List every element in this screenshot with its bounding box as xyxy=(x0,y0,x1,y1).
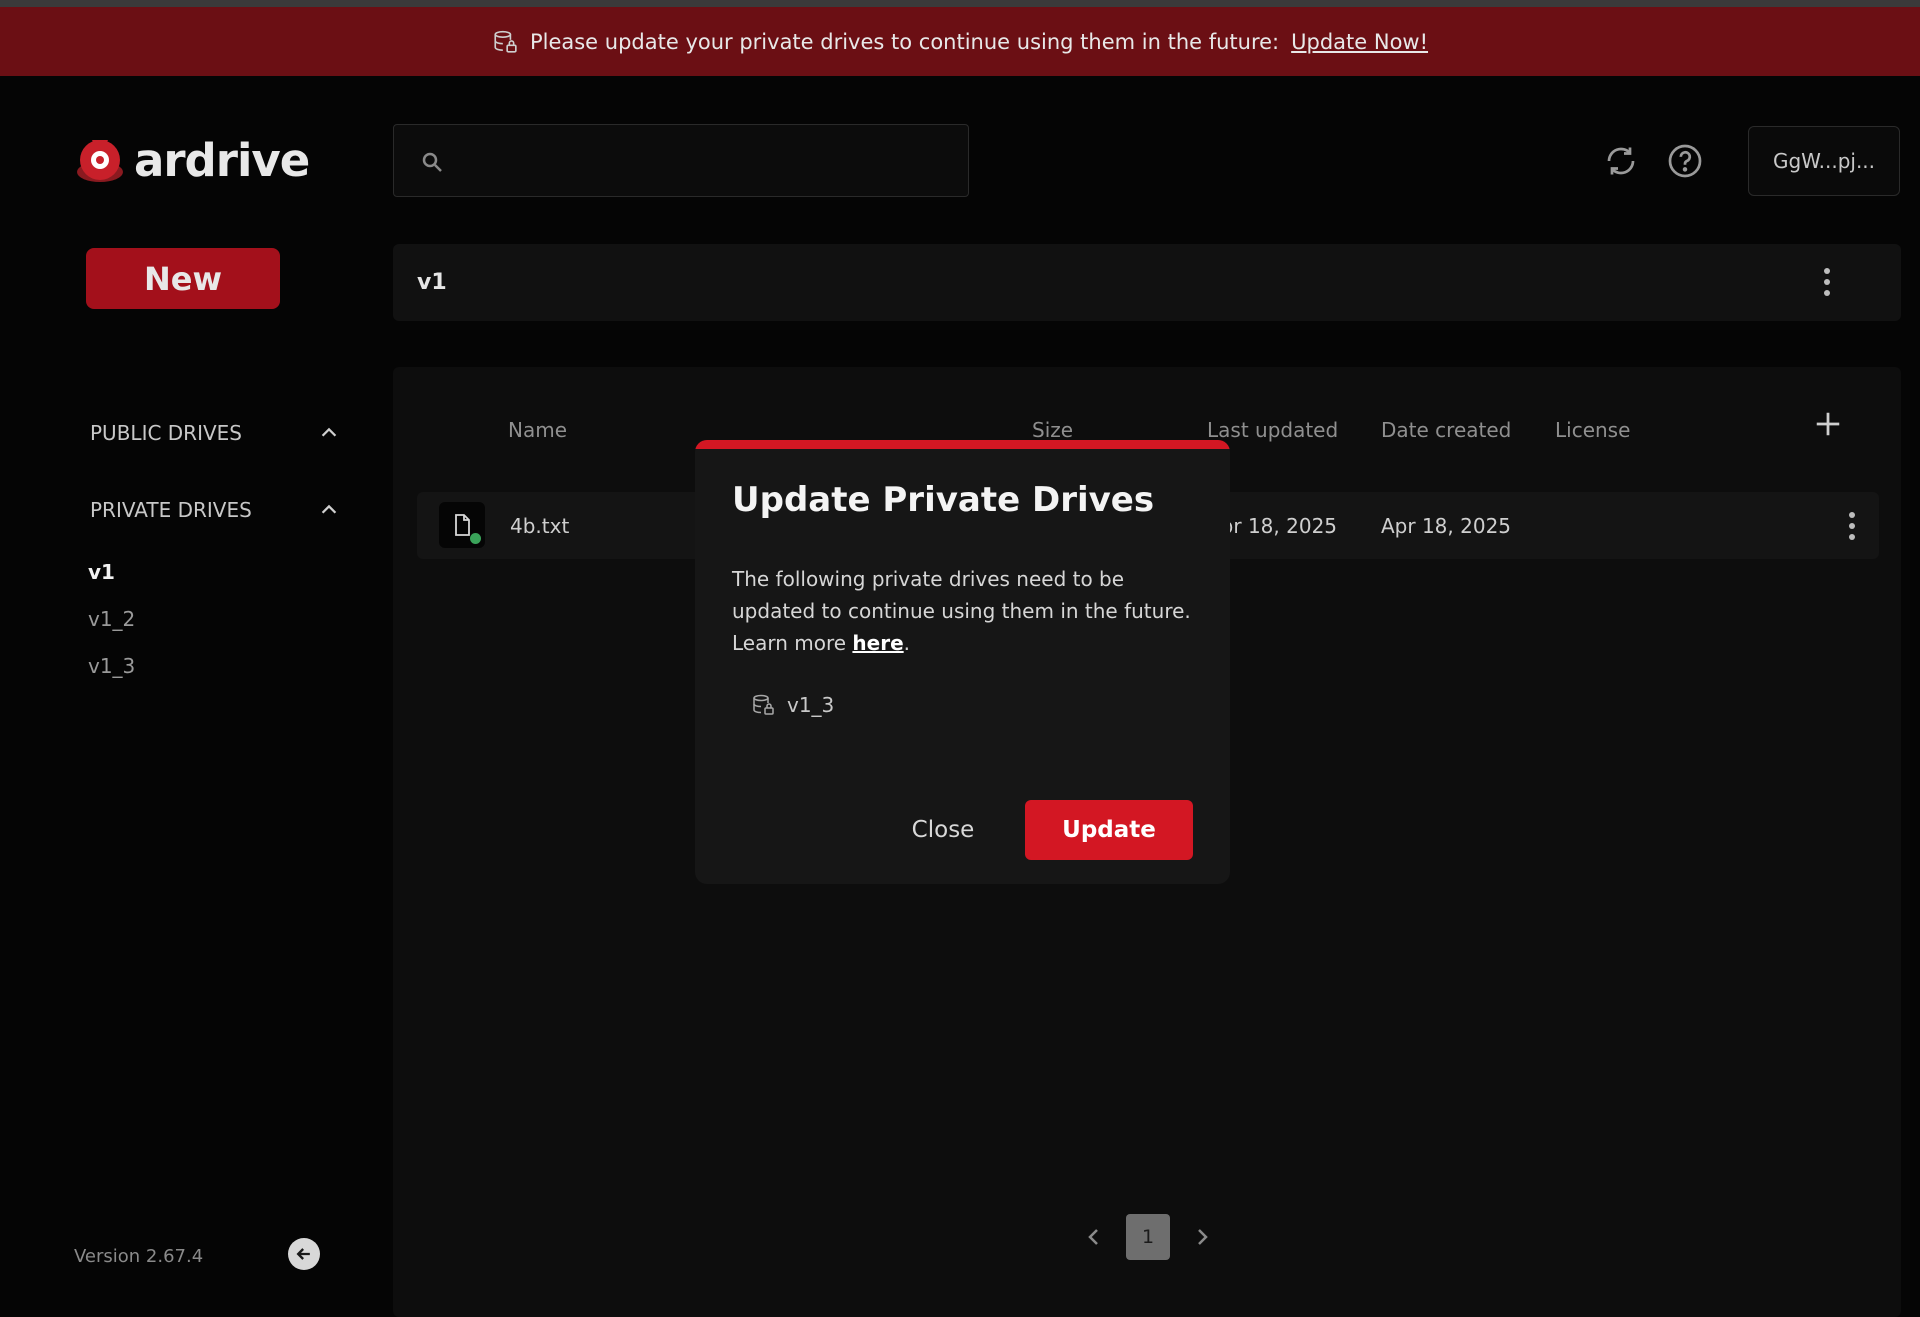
new-button[interactable]: New xyxy=(86,248,280,309)
plus-icon[interactable] xyxy=(1813,409,1843,439)
page-button[interactable]: 1 xyxy=(1126,1214,1170,1260)
chevron-up-icon xyxy=(321,427,337,437)
more-vert-dot xyxy=(1849,523,1855,529)
close-button[interactable]: Close xyxy=(878,800,1008,860)
more-vert-dot xyxy=(1824,279,1830,285)
ardrive-logo-icon xyxy=(77,139,123,182)
file-type-badge xyxy=(439,502,485,548)
drive-lock-icon xyxy=(494,30,517,53)
help-icon[interactable] xyxy=(1667,143,1703,179)
public-drives-toggle[interactable]: PUBLIC DRIVES xyxy=(90,421,340,445)
sidebar-item-v1_3[interactable]: v1_3 xyxy=(88,654,135,678)
drive-menu-button[interactable] xyxy=(1812,262,1842,302)
pagination: 1 xyxy=(1082,1214,1214,1260)
column-license[interactable]: License xyxy=(1555,418,1630,442)
update-button[interactable]: Update xyxy=(1025,800,1193,860)
drive-lock-icon xyxy=(753,694,774,715)
learn-more-link[interactable]: here xyxy=(852,631,903,655)
search-input[interactable] xyxy=(464,125,954,196)
chevron-right-icon[interactable] xyxy=(1190,1225,1214,1249)
update-banner: Please update your private drives to con… xyxy=(0,7,1920,76)
update-drives-dialog: Update Private Drives The following priv… xyxy=(695,440,1230,884)
file-date-created: Apr 18, 2025 xyxy=(1381,514,1512,538)
private-drives-label: PRIVATE DRIVES xyxy=(90,498,252,522)
dialog-body: The following private drives need to be … xyxy=(732,563,1202,659)
drive-header: v1 xyxy=(393,244,1901,321)
banner-message: Please update your private drives to con… xyxy=(529,29,1280,54)
search-field[interactable] xyxy=(393,124,969,197)
column-name[interactable]: Name xyxy=(508,418,567,442)
search-icon xyxy=(422,152,442,172)
column-last-updated[interactable]: Last updated xyxy=(1207,418,1338,442)
chevron-up-icon xyxy=(321,504,337,514)
more-vert-icon xyxy=(1849,512,1855,518)
collapse-sidebar-button[interactable] xyxy=(288,1238,320,1270)
sidebar: ardrive New PUBLIC DRIVES PRIVATE DRIVES… xyxy=(0,76,370,1317)
ardrive-logo[interactable]: ardrive xyxy=(74,134,310,187)
more-vert-dot xyxy=(1824,290,1830,296)
dialog-title: Update Private Drives xyxy=(732,480,1155,520)
more-vert-dot xyxy=(1849,534,1855,540)
outdated-drive-item: v1_3 xyxy=(751,693,834,717)
outdated-drive-name: v1_3 xyxy=(787,693,835,717)
sidebar-item-v1_2[interactable]: v1_2 xyxy=(88,607,135,631)
public-drives-label: PUBLIC DRIVES xyxy=(90,421,242,445)
sidebar-item-v1[interactable]: v1 xyxy=(88,560,115,584)
file-name: 4b.txt xyxy=(510,514,570,538)
private-drives-toggle[interactable]: PRIVATE DRIVES xyxy=(90,498,340,522)
file-menu-button[interactable] xyxy=(1837,506,1867,546)
dialog-body-end: . xyxy=(903,631,911,655)
chevron-left-icon[interactable] xyxy=(1082,1225,1106,1249)
dialog-body-text: The following private drives need to be … xyxy=(732,567,1191,655)
arrow-left-icon xyxy=(296,1248,310,1260)
logo-text: ardrive xyxy=(134,134,310,187)
column-size[interactable]: Size xyxy=(1032,418,1073,442)
sync-status-dot xyxy=(470,533,481,544)
column-date-created[interactable]: Date created xyxy=(1381,418,1511,442)
app-version: Version 2.67.4 xyxy=(74,1246,204,1267)
drive-title: v1 xyxy=(417,270,447,295)
window-top-strip xyxy=(0,0,1920,7)
more-vert-icon xyxy=(1824,268,1830,274)
account-button[interactable]: GgW...pj... xyxy=(1748,126,1900,196)
sync-icon[interactable] xyxy=(1603,143,1639,179)
update-now-link[interactable]: Update Now! xyxy=(1291,30,1428,54)
dialog-accent-bar xyxy=(695,440,1230,449)
